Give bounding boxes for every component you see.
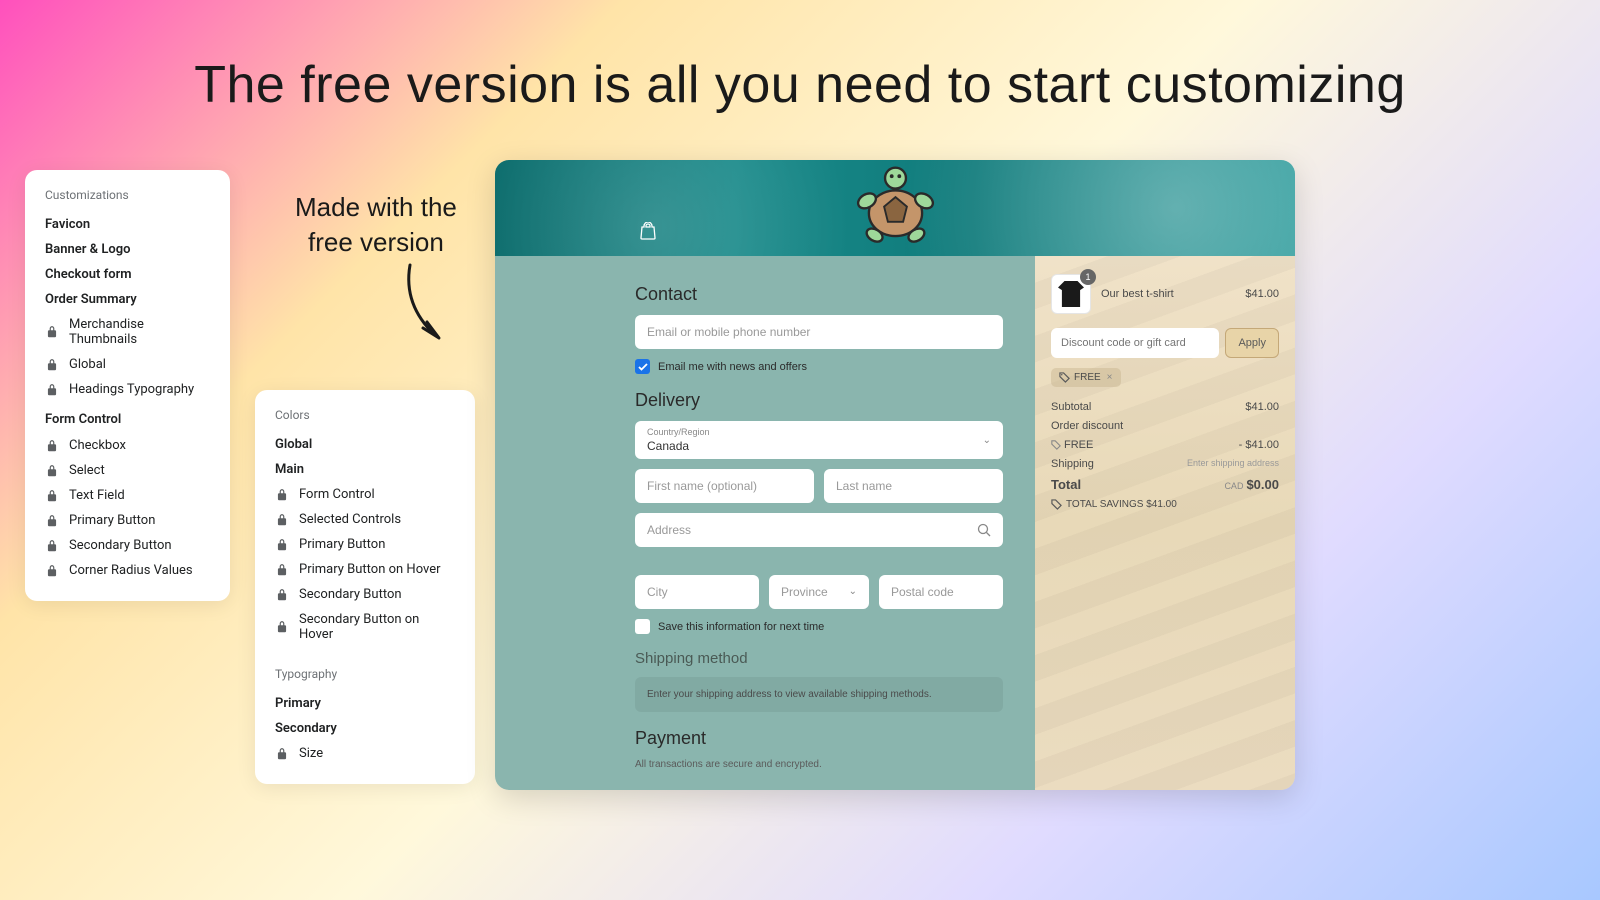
lock-icon xyxy=(45,358,59,372)
qty-badge: 1 xyxy=(1080,269,1096,285)
shipping-note: Enter your shipping address to view avai… xyxy=(635,677,1003,712)
lock-icon xyxy=(275,620,289,634)
discount-label: Order discount xyxy=(1051,420,1123,432)
sidebar-item[interactable]: Order Summary xyxy=(45,287,210,312)
lock-icon xyxy=(275,563,289,577)
lock-icon xyxy=(45,539,59,553)
contact-heading: Contact xyxy=(635,284,1003,305)
country-select[interactable]: Country/Region Canada ⌄ xyxy=(635,421,1003,459)
payment-note: All transactions are secure and encrypte… xyxy=(635,759,1003,770)
last-name-field[interactable] xyxy=(824,469,1003,503)
total-value: $0.00 xyxy=(1246,477,1279,492)
shipping-heading: Shipping method xyxy=(635,650,1003,667)
lock-icon xyxy=(275,588,289,602)
total-label: Total xyxy=(1051,477,1081,492)
turtle-logo xyxy=(848,161,943,256)
sidebar-subitem[interactable]: Form Control xyxy=(275,482,455,507)
shipping-label: Shipping xyxy=(1051,458,1094,470)
free-value: - $41.00 xyxy=(1239,439,1279,451)
lock-icon xyxy=(45,383,59,397)
newsletter-checkbox[interactable]: Email me with news and offers xyxy=(635,359,1003,374)
shipping-value: Enter shipping address xyxy=(1187,458,1279,470)
sidebar-subitem[interactable]: Checkbox xyxy=(45,433,210,458)
payment-heading: Payment xyxy=(635,728,1003,749)
lock-icon xyxy=(275,488,289,502)
sidebar-item[interactable]: Secondary xyxy=(275,716,455,741)
annotation-text: Made with thefree version xyxy=(295,190,457,260)
sidebar-subitem[interactable]: Secondary Button xyxy=(45,533,210,558)
lock-icon xyxy=(275,513,289,527)
lock-icon xyxy=(45,325,59,339)
lock-icon xyxy=(45,514,59,528)
product-name: Our best t-shirt xyxy=(1101,288,1235,300)
panel-header: Colors xyxy=(275,408,455,422)
discount-tag[interactable]: FREE × xyxy=(1051,368,1121,387)
sidebar-subitem[interactable]: Headings Typography xyxy=(45,377,210,402)
sidebar-item[interactable]: Checkout form xyxy=(45,262,210,287)
sidebar-subitem[interactable]: Corner Radius Values xyxy=(45,558,210,583)
product-price: $41.00 xyxy=(1245,288,1279,300)
sidebar-item[interactable]: Primary xyxy=(275,691,455,716)
bag-icon xyxy=(640,222,656,240)
sidebar-subitem[interactable]: Primary Button xyxy=(275,532,455,557)
product-thumbnail: 1 xyxy=(1051,274,1091,314)
sidebar-subitem[interactable]: Secondary Button on Hover xyxy=(275,607,455,647)
panel-header: Customizations xyxy=(45,188,210,202)
search-icon xyxy=(977,523,991,537)
checkout-preview: Contact Email me with news and offers De… xyxy=(495,160,1295,790)
arrow-icon xyxy=(395,260,475,350)
lock-icon xyxy=(45,439,59,453)
sidebar-item[interactable]: Banner & Logo xyxy=(45,237,210,262)
sidebar-subitem[interactable]: Primary Button on Hover xyxy=(275,557,455,582)
sidebar-subitem[interactable]: Text Field xyxy=(45,483,210,508)
lock-icon xyxy=(275,538,289,552)
sidebar-subitem[interactable]: Selected Controls xyxy=(275,507,455,532)
customizations-panel: Customizations Favicon Banner & Logo Che… xyxy=(25,170,230,601)
sidebar-subitem[interactable]: Primary Button xyxy=(45,508,210,533)
city-field[interactable] xyxy=(635,575,759,609)
discount-field[interactable] xyxy=(1051,328,1219,358)
sidebar-subitem[interactable]: Secondary Button xyxy=(275,582,455,607)
tag-icon xyxy=(1059,372,1070,383)
sidebar-item[interactable]: Favicon xyxy=(45,212,210,237)
lock-icon xyxy=(45,564,59,578)
subtotal-label: Subtotal xyxy=(1051,401,1091,413)
sidebar-item[interactable]: Global xyxy=(275,432,455,457)
save-info-checkbox[interactable]: Save this information for next time xyxy=(635,619,1003,634)
banner xyxy=(495,160,1295,256)
panel-header: Typography xyxy=(275,667,455,681)
delivery-heading: Delivery xyxy=(635,390,1003,411)
colors-panel: Colors Global Main Form Control Selected… xyxy=(255,390,475,784)
free-label: FREE xyxy=(1051,439,1093,451)
first-name-field[interactable] xyxy=(635,469,814,503)
sidebar-subitem[interactable]: Merchandise Thumbnails xyxy=(45,312,210,352)
close-icon[interactable]: × xyxy=(1107,372,1113,383)
page-title: The free version is all you need to star… xyxy=(0,0,1600,115)
sidebar-item[interactable]: Main xyxy=(275,457,455,482)
checkbox-icon xyxy=(635,359,650,374)
sidebar-subitem[interactable]: Size xyxy=(275,741,455,766)
sidebar-subitem[interactable]: Global xyxy=(45,352,210,377)
lock-icon xyxy=(45,464,59,478)
panel-subheader: Form Control xyxy=(45,412,210,427)
lock-icon xyxy=(45,489,59,503)
subtotal-value: $41.00 xyxy=(1245,401,1279,413)
order-summary: 1 Our best t-shirt $41.00 Apply FREE × S… xyxy=(1035,256,1295,790)
savings-row: TOTAL SAVINGS $41.00 xyxy=(1051,499,1279,510)
email-field[interactable] xyxy=(635,315,1003,349)
chevron-down-icon: ⌄ xyxy=(983,435,991,446)
postal-field[interactable] xyxy=(879,575,1003,609)
lock-icon xyxy=(275,747,289,761)
address-field[interactable] xyxy=(635,513,1003,547)
apply-button[interactable]: Apply xyxy=(1225,328,1279,358)
sidebar-subitem[interactable]: Select xyxy=(45,458,210,483)
checkbox-icon xyxy=(635,619,650,634)
chevron-down-icon: ⌄ xyxy=(849,586,857,597)
checkout-form: Contact Email me with news and offers De… xyxy=(495,256,1035,790)
